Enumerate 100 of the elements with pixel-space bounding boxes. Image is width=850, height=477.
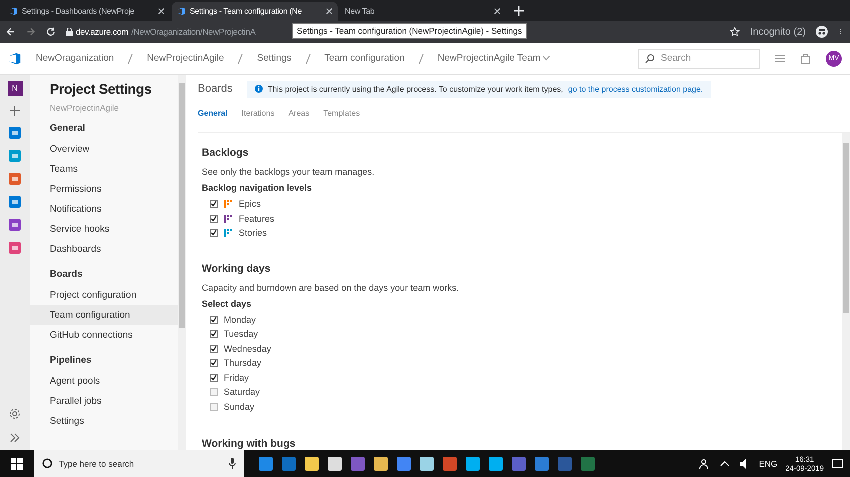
sidebar-item[interactable]: Teams <box>30 159 178 179</box>
tab[interactable]: Areas <box>288 108 310 118</box>
sidebar-item[interactable]: GitHub connections <box>30 325 178 345</box>
lock-icon <box>66 28 73 36</box>
checkbox[interactable] <box>210 229 218 238</box>
close-icon[interactable] <box>158 8 165 15</box>
shopping-bag-icon[interactable] <box>800 52 812 64</box>
sidebar-item[interactable]: Notifications <box>30 199 178 219</box>
breadcrumb-separator-icon <box>238 54 244 64</box>
scrollbar[interactable] <box>178 75 186 450</box>
checkbox-label: Monday <box>224 314 256 325</box>
plus-icon[interactable] <box>9 105 21 117</box>
app-icon[interactable] <box>328 456 342 470</box>
checkbox[interactable] <box>210 402 218 411</box>
breadcrumb-separator-icon <box>128 54 134 64</box>
section-heading: Working with bugs <box>202 438 297 450</box>
service-icon[interactable] <box>8 195 22 209</box>
chevron-icon[interactable] <box>542 56 550 61</box>
sidebar-item[interactable]: Project configuration <box>30 285 178 305</box>
address-field[interactable]: dev.azure.com /NewOraganization/NewProjectinA <box>66 27 256 37</box>
tab[interactable]: Iterations <box>242 108 275 118</box>
breadcrumb[interactable]: Settings <box>257 53 292 64</box>
section-description: See only the backlogs your team manages. <box>202 167 376 177</box>
forward-icon[interactable] <box>26 27 36 37</box>
breadcrumb[interactable]: NewProjectinAgile <box>147 53 224 64</box>
search-icon <box>645 54 655 64</box>
checkbox[interactable] <box>210 388 218 396</box>
app-icon[interactable] <box>304 456 318 470</box>
breadcrumb[interactable]: NewProjectinAgile Team <box>438 53 541 64</box>
checkbox-label: Wednesday <box>224 344 272 354</box>
banner-text: This project is currently using the Agile process. To customize your work item types, <box>268 84 564 94</box>
breadcrumb[interactable]: Team configuration <box>324 53 405 64</box>
incognito-icon <box>816 26 828 38</box>
browser-tab[interactable]: Settings - Team configuration (Ne <box>172 2 338 21</box>
sidebar-heading: Pipelines <box>49 354 93 368</box>
service-icon[interactable] <box>8 126 22 140</box>
checkbox[interactable] <box>210 200 218 208</box>
checkbox-label: Sunday <box>224 402 255 412</box>
breadcrumb[interactable]: NewOraganization <box>36 53 114 64</box>
service-icon[interactable] <box>8 172 22 186</box>
search-icon <box>42 458 53 469</box>
back-icon[interactable] <box>6 27 16 37</box>
sidebar-item[interactable]: Overview <box>30 139 178 159</box>
new-tab-icon[interactable] <box>514 6 524 16</box>
checkbox[interactable] <box>210 344 218 353</box>
field-label: Backlog navigation levels <box>202 183 314 193</box>
page-title: Boards <box>198 83 233 95</box>
tab[interactable]: General <box>198 108 228 118</box>
close-icon[interactable] <box>326 8 333 15</box>
section-heading: Working days <box>202 262 272 274</box>
azure-devops-icon <box>177 7 186 16</box>
tab[interactable]: Templates <box>324 108 360 118</box>
sidebar-heading: Boards <box>49 268 84 282</box>
sidebar-item[interactable]: Team configuration <box>30 305 178 325</box>
app-icon[interactable] <box>420 456 434 470</box>
service-icon[interactable] <box>8 149 22 163</box>
tooltip: Settings - Team configuration (NewProjectinAgile) - Settings <box>292 23 528 39</box>
sidebar-item[interactable]: Service hooks <box>30 219 178 239</box>
checkbox[interactable] <box>210 374 218 382</box>
settings-icon[interactable] <box>9 408 21 420</box>
taskbar-search-field[interactable]: Type here to search <box>34 450 244 477</box>
app-icon[interactable] <box>466 456 480 470</box>
project-name: NewProjectinAgile <box>49 103 120 113</box>
sidebar-item[interactable]: Parallel jobs <box>30 391 178 411</box>
project-tile[interactable]: N <box>8 81 22 96</box>
info-icon <box>254 85 263 93</box>
section-heading: Backlogs <box>202 147 250 159</box>
sidebar-item[interactable]: Settings <box>30 411 178 431</box>
checkbox[interactable] <box>210 359 218 368</box>
checkbox[interactable] <box>210 214 218 223</box>
star-icon[interactable] <box>730 27 740 37</box>
customization-link[interactable]: go to the process customization page. <box>568 84 704 94</box>
app-icon[interactable] <box>488 456 502 470</box>
windows-icon[interactable] <box>11 458 23 470</box>
language-indicator[interactable]: ENG <box>759 458 778 468</box>
azure-devops-icon <box>9 7 18 16</box>
breadcrumb-separator-icon <box>418 54 424 64</box>
service-icon[interactable] <box>8 218 22 232</box>
reload-icon[interactable] <box>46 27 56 37</box>
browser-tab[interactable]: Settings - Dashboards (NewProje <box>4 2 170 21</box>
service-icon[interactable] <box>8 241 22 255</box>
sidebar-item[interactable]: Dashboards <box>30 239 178 259</box>
close-icon[interactable] <box>494 8 501 15</box>
microphone-icon[interactable] <box>229 458 236 469</box>
checkbox-label: Features <box>239 214 275 224</box>
sidebar-item[interactable]: Agent pools <box>30 371 178 391</box>
sidebar-item[interactable]: Permissions <box>30 179 178 199</box>
app-icon[interactable] <box>374 456 388 470</box>
azure-devops-logo[interactable] <box>8 52 22 66</box>
checkbox-label: Epics <box>239 199 262 210</box>
checkbox[interactable] <box>210 330 218 338</box>
list-icon[interactable] <box>774 52 786 64</box>
search-field[interactable]: Search <box>638 48 760 68</box>
breadcrumb-separator-icon <box>306 54 311 64</box>
scrollbar[interactable] <box>842 133 850 450</box>
profile-label[interactable]: Incognito (2) <box>750 26 806 38</box>
expand-icon[interactable] <box>9 432 21 444</box>
checkbox-label: Thursday <box>224 358 262 368</box>
checkbox[interactable] <box>210 316 218 324</box>
browser-tab[interactable]: New Tab <box>340 2 506 21</box>
